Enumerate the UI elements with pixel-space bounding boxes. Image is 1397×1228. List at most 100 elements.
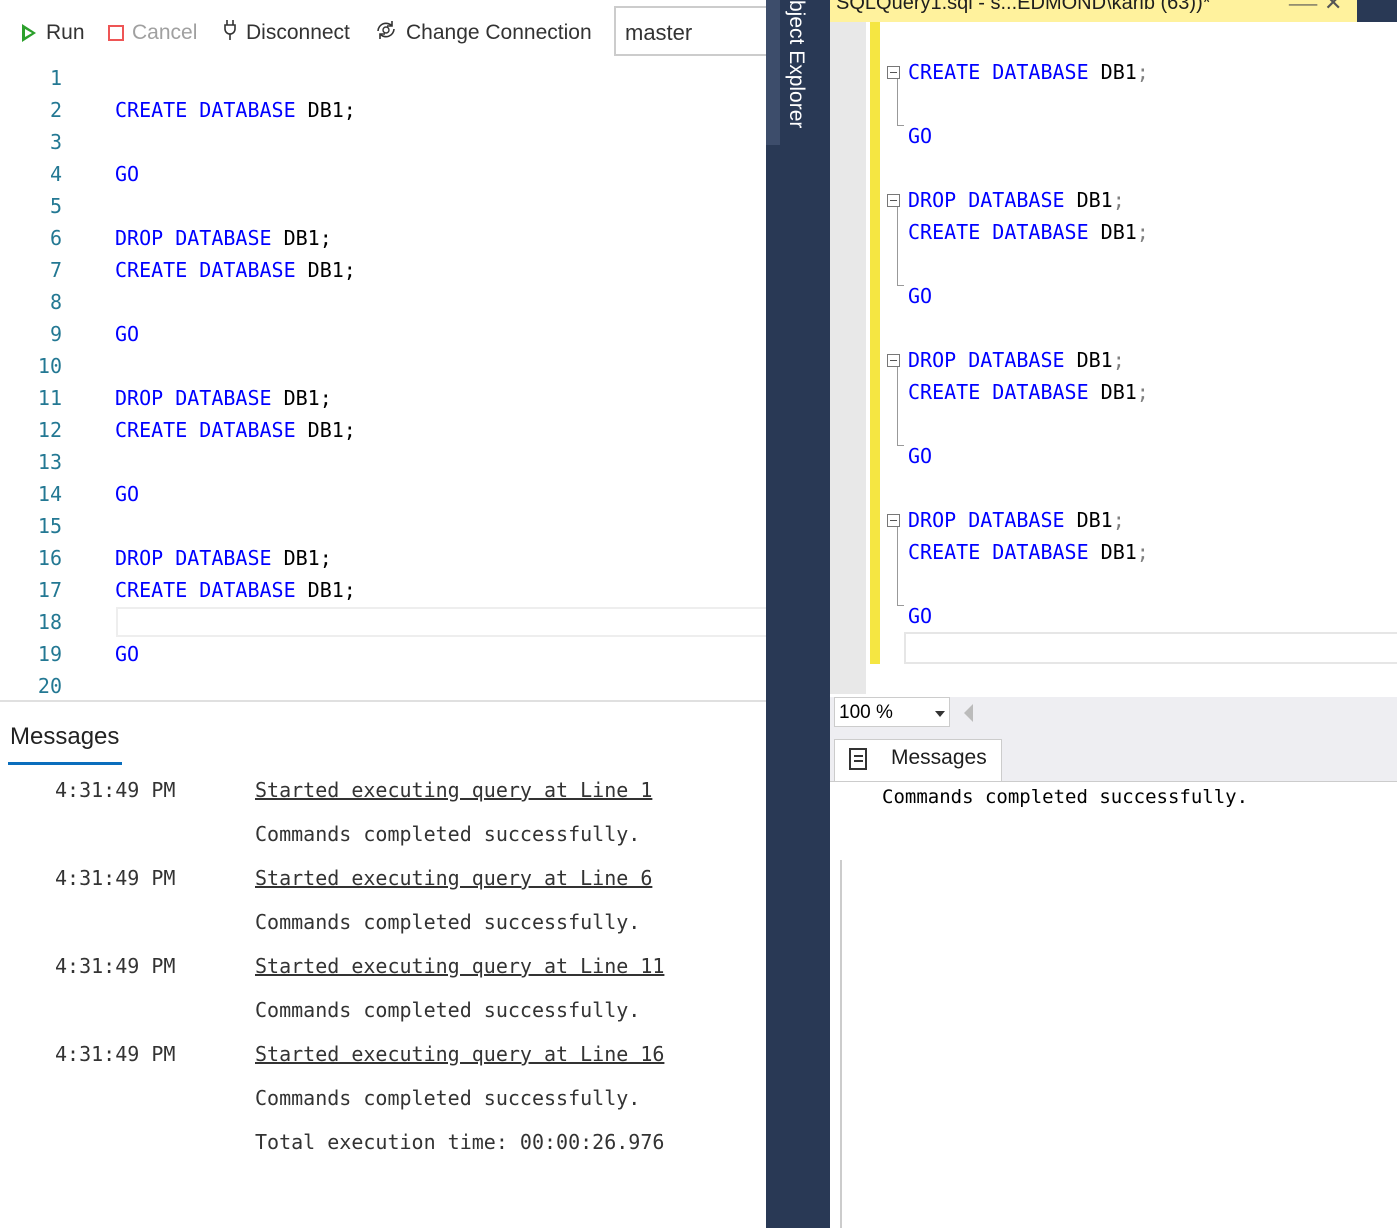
query-line-link[interactable]: Started executing query at Line 11: [255, 951, 664, 981]
code-line: GO: [908, 600, 932, 632]
sql-semicolon: ;: [1136, 220, 1149, 244]
cancel-button[interactable]: Cancel: [108, 18, 197, 48]
dropdown-arrow-icon: [935, 711, 945, 717]
collapse-icon[interactable]: [887, 66, 900, 79]
query-editor[interactable]: 1 2 CREATE DATABASE DB1; 3 4 GO 5 6 DROP DATABAS…: [0, 62, 766, 702]
message-text: Commands completed successfully.: [255, 910, 641, 934]
change-connection-button[interactable]: Change Connection: [374, 18, 592, 48]
message-text: Commands completed successfully.: [255, 1086, 641, 1110]
code-line: GO: [115, 158, 139, 190]
sql-keyword: GO: [908, 284, 933, 308]
query-toolbar: Run Cancel Disconnect Change Connection …: [0, 0, 766, 64]
line-number: 1: [49, 66, 62, 90]
sql-text: DB1: [1088, 60, 1137, 84]
database-select[interactable]: master: [614, 6, 766, 56]
code-line: GO: [115, 478, 139, 510]
disconnect-button[interactable]: Disconnect: [222, 18, 350, 48]
pin-icon[interactable]: ⸺: [1288, 0, 1318, 16]
code-line: CREATE DATABASE DB1;: [115, 94, 356, 126]
change-tracking-bar: [870, 22, 880, 664]
sql-text: DB1: [1088, 220, 1137, 244]
document-tab-title: SQLQuery1.sql - s...EDMOND\karib (63))*: [836, 0, 1211, 14]
message-text: Total execution time: 00:00:26.976: [255, 1130, 665, 1154]
run-button[interactable]: Run: [22, 18, 85, 48]
code-line: CREATE DATABASE DB1;: [908, 56, 1149, 88]
close-icon[interactable]: ✕: [1324, 0, 1342, 16]
cancel-label: Cancel: [132, 21, 198, 44]
results-tabbar: Messages: [830, 729, 1397, 782]
message-timestamp: 4:31:49 PM: [55, 778, 176, 802]
line-number: 14: [37, 482, 62, 506]
sql-keyword: CREATE DATABASE: [908, 540, 1089, 564]
sql-text: DB1: [1088, 380, 1137, 404]
message-text: Commands completed successfully.: [255, 822, 641, 846]
collapse-icon[interactable]: [887, 514, 900, 527]
results-border: [840, 860, 842, 1228]
messages-tab-label: Messages: [891, 746, 987, 769]
collapse-icon[interactable]: [887, 354, 900, 367]
ssms-pane: SQLQuery1.sql - s...EDMOND\karib (63))* …: [830, 0, 1397, 1228]
sql-text: DB1;: [295, 98, 356, 122]
messages-tab[interactable]: Messages: [834, 739, 1002, 781]
change-connection-icon: [374, 19, 398, 47]
code-line: DROP DATABASE DB1;: [908, 184, 1125, 216]
line-number: 19: [37, 642, 62, 666]
code-line: DROP DATABASE DB1;: [115, 222, 332, 254]
code-line: GO: [908, 120, 932, 152]
messages-tab[interactable]: Messages: [10, 723, 119, 751]
line-number: 15: [37, 514, 62, 538]
line-number: 13: [37, 450, 62, 474]
sql-semicolon: ;: [1136, 60, 1149, 84]
pane-splitter[interactable]: [0, 700, 766, 702]
code-line: DROP DATABASE DB1;: [908, 504, 1125, 536]
tab-well: [1357, 0, 1397, 22]
sql-text: DB1: [1064, 348, 1113, 372]
sql-keyword: GO: [115, 482, 140, 506]
code-line: DROP DATABASE DB1;: [115, 542, 332, 574]
line-number: 5: [49, 194, 62, 218]
line-number: 10: [37, 354, 62, 378]
collapse-icon[interactable]: [887, 194, 900, 207]
code-line: GO: [115, 318, 139, 350]
sql-keyword: DROP DATABASE: [908, 348, 1065, 372]
scroll-left-icon[interactable]: [964, 704, 973, 722]
line-number: 7: [49, 258, 62, 282]
sql-text: DB1;: [295, 578, 356, 602]
line-number: 17: [37, 578, 62, 602]
sql-keyword: DROP DATABASE: [115, 546, 272, 570]
object-explorer-sidebar: bject Explorer: [766, 0, 830, 1228]
fold-guide: [897, 527, 904, 606]
sql-keyword: CREATE DATABASE: [908, 380, 1089, 404]
sql-semicolon: ;: [1112, 188, 1125, 212]
run-label: Run: [46, 21, 85, 44]
sql-text: DB1: [1088, 540, 1137, 564]
zoom-value: 100 %: [839, 702, 893, 723]
line-number: 18: [37, 610, 62, 634]
message-timestamp: 4:31:49 PM: [55, 1042, 176, 1066]
sql-keyword: GO: [115, 162, 140, 186]
document-tab[interactable]: SQLQuery1.sql - s...EDMOND\karib (63))* …: [830, 0, 1357, 22]
code-line: CREATE DATABASE DB1;: [908, 376, 1149, 408]
query-line-link[interactable]: Started executing query at Line 1: [255, 775, 652, 805]
sql-keyword: GO: [115, 322, 140, 346]
sql-text: DB1;: [271, 546, 332, 570]
sql-text: DB1;: [271, 226, 332, 250]
code-line: CREATE DATABASE DB1;: [908, 216, 1149, 248]
object-explorer-tab[interactable]: bject Explorer: [784, 0, 808, 128]
sql-keyword: GO: [908, 444, 933, 468]
sql-text: DB1: [1064, 188, 1113, 212]
message-text: Commands completed successfully.: [255, 998, 641, 1022]
scrollbar-thumb[interactable]: [766, 0, 780, 145]
sql-keyword: DROP DATABASE: [908, 188, 1065, 212]
code-line: CREATE DATABASE DB1;: [115, 574, 356, 606]
plug-icon: [222, 19, 238, 47]
line-number: 12: [37, 418, 62, 442]
line-number: 20: [37, 674, 62, 698]
sql-keyword: CREATE DATABASE: [115, 578, 296, 602]
query-line-link[interactable]: Started executing query at Line 6: [255, 863, 652, 893]
sql-keyword: GO: [908, 124, 933, 148]
query-line-link[interactable]: Started executing query at Line 16: [255, 1039, 664, 1069]
sql-keyword: GO: [908, 604, 933, 628]
sql-text: DB1;: [295, 418, 356, 442]
zoom-select[interactable]: 100 %: [834, 697, 950, 727]
